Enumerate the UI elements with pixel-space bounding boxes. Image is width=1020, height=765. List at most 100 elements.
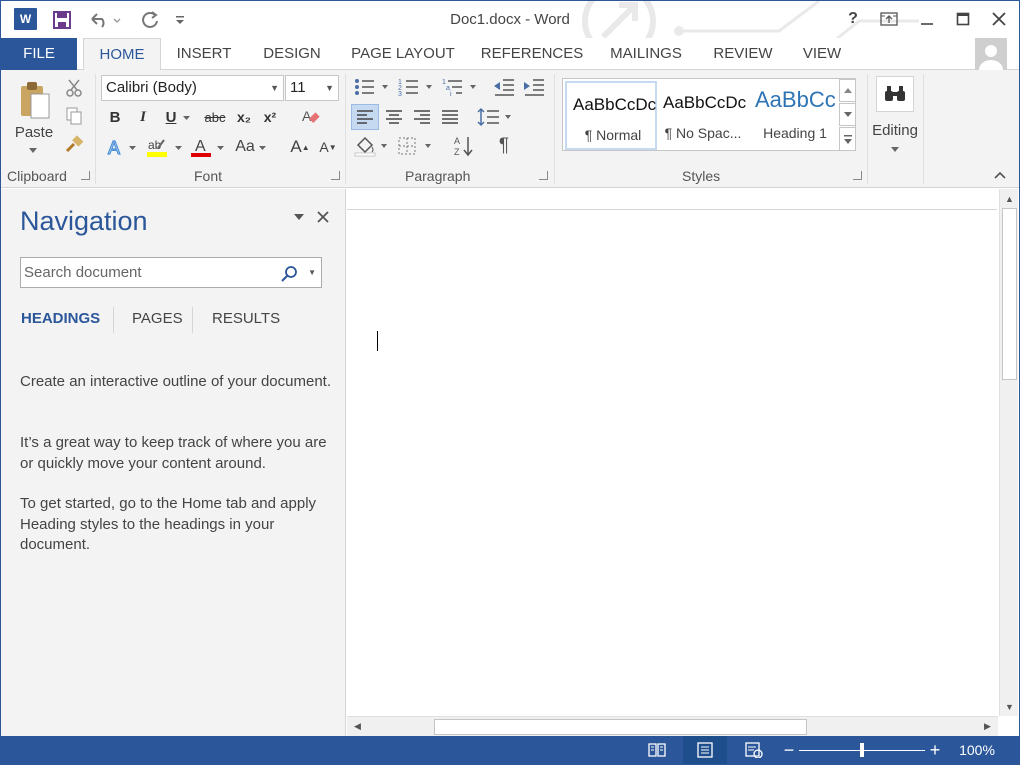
tab-page-layout[interactable]: PAGE LAYOUT [345, 38, 461, 70]
subscript-button[interactable]: x₂ [233, 106, 255, 128]
style-no-spacing[interactable]: AaBbCcDc ¶ No Spac... [657, 81, 749, 150]
increase-indent-icon[interactable] [521, 76, 547, 98]
scroll-left-icon[interactable]: ◀ [349, 718, 366, 735]
highlight-dropdown-icon[interactable] [173, 144, 183, 152]
search-options-chevron-icon[interactable]: ▼ [308, 258, 316, 287]
collapse-ribbon-icon[interactable] [991, 168, 1009, 182]
align-right-icon[interactable] [409, 104, 435, 130]
text-effects-dropdown-icon[interactable] [127, 144, 137, 152]
strikethrough-button[interactable]: abc [201, 106, 229, 128]
redo-icon[interactable] [137, 7, 163, 33]
multilevel-list-icon[interactable]: 1ai [441, 76, 479, 98]
maximize-icon[interactable] [949, 5, 977, 33]
nav-tab-headings[interactable]: HEADINGS [21, 310, 100, 327]
print-layout-icon[interactable] [683, 736, 727, 764]
superscript-button[interactable]: x² [259, 106, 281, 128]
underline-dropdown-icon[interactable] [181, 114, 191, 122]
word-logo-icon[interactable]: W [14, 8, 40, 30]
numbering-icon[interactable]: 123 [397, 76, 435, 98]
change-case-button[interactable]: Aa [231, 136, 259, 158]
save-icon[interactable] [49, 7, 75, 33]
bold-button[interactable]: B [105, 106, 125, 128]
bullets-icon[interactable] [353, 76, 391, 98]
tab-references[interactable]: REFERENCES [479, 38, 585, 70]
minimize-icon[interactable] [913, 5, 941, 33]
editing-dropdown-icon[interactable] [887, 144, 903, 154]
paste-dropdown-icon[interactable] [25, 144, 41, 156]
font-size-combo[interactable]: 11 ▼ [285, 75, 339, 101]
style-heading-1[interactable]: AaBbCc Heading 1 [749, 81, 841, 150]
read-mode-icon[interactable] [643, 736, 671, 764]
sort-icon[interactable]: AZ [451, 134, 477, 158]
shrink-font-button[interactable]: A ▼ [317, 136, 339, 158]
editing-button[interactable]: Editing [867, 120, 923, 140]
cut-icon[interactable] [63, 78, 85, 98]
align-left-icon[interactable] [351, 104, 379, 130]
zoom-slider-thumb[interactable] [860, 743, 864, 757]
tab-home[interactable]: HOME [83, 38, 161, 71]
search-document-input[interactable]: Search document ▼ [20, 257, 322, 288]
zoom-level[interactable]: 100% [951, 736, 1003, 764]
svg-text:A: A [108, 138, 120, 157]
close-pane-icon[interactable] [315, 209, 331, 225]
paste-icon[interactable] [15, 78, 55, 122]
italic-button[interactable]: I [133, 106, 153, 128]
font-dialog-launcher-icon[interactable] [331, 171, 340, 180]
highlight-color-icon[interactable]: ab [145, 136, 169, 158]
vertical-scrollbar[interactable]: ▲ ▼ [999, 189, 1018, 716]
zoom-out-icon[interactable]: − [781, 736, 797, 764]
copy-icon[interactable] [63, 106, 85, 126]
grow-font-button[interactable]: A ▲ [289, 136, 311, 158]
clipboard-dialog-launcher-icon[interactable] [81, 171, 90, 180]
font-name-combo[interactable]: Calibri (Body) ▼ [101, 75, 284, 101]
styles-scroll-down-icon[interactable] [839, 103, 856, 126]
decrease-indent-icon[interactable] [491, 76, 517, 98]
ribbon-display-options-icon[interactable] [875, 5, 903, 33]
borders-icon[interactable] [395, 134, 435, 158]
align-center-icon[interactable] [381, 104, 407, 130]
horizontal-scrollbar[interactable]: ◀ ▶ [347, 716, 998, 736]
customize-toolbar-icon[interactable] [171, 7, 189, 33]
text-effects-icon[interactable]: A [105, 136, 127, 158]
justify-icon[interactable] [437, 104, 463, 130]
scroll-down-icon[interactable]: ▼ [1001, 698, 1018, 715]
tab-design[interactable]: DESIGN [253, 38, 331, 70]
font-color-dropdown-icon[interactable] [215, 144, 225, 152]
web-layout-icon[interactable] [739, 736, 769, 764]
navigation-pane: Navigation Search document ▼ HEADINGS PA… [1, 189, 346, 736]
nav-tab-pages[interactable]: PAGES [132, 310, 183, 327]
tab-review[interactable]: REVIEW [707, 38, 779, 70]
font-color-icon[interactable]: A [189, 136, 213, 158]
vertical-scroll-thumb[interactable] [1002, 208, 1017, 380]
scroll-right-icon[interactable]: ▶ [979, 718, 996, 735]
document-area[interactable]: ▲ ▼ ◀ ▶ [347, 189, 1019, 736]
user-avatar-icon[interactable] [975, 38, 1007, 70]
pane-options-icon[interactable] [291, 209, 307, 225]
styles-scroll-up-icon[interactable] [839, 79, 856, 102]
change-case-dropdown-icon[interactable] [257, 144, 267, 152]
help-icon[interactable]: ? [839, 5, 867, 33]
clear-formatting-icon[interactable]: A [299, 106, 323, 128]
show-formatting-marks-button[interactable]: ¶ [491, 134, 517, 158]
style-normal[interactable]: AaBbCcDc ¶ Normal [565, 81, 657, 150]
styles-dialog-launcher-icon[interactable] [853, 171, 862, 180]
styles-more-icon[interactable] [839, 127, 856, 151]
tab-view[interactable]: VIEW [793, 38, 851, 70]
search-icon[interactable] [281, 264, 299, 293]
tab-file[interactable]: FILE [1, 38, 77, 70]
underline-button[interactable]: U [161, 106, 181, 128]
scroll-up-icon[interactable]: ▲ [1001, 190, 1018, 207]
paste-button[interactable]: Paste [9, 122, 59, 142]
shading-icon[interactable] [353, 134, 391, 158]
line-spacing-icon[interactable] [475, 104, 515, 130]
horizontal-scroll-thumb[interactable] [434, 719, 807, 735]
undo-icon[interactable] [85, 7, 125, 33]
nav-tab-results[interactable]: RESULTS [212, 310, 280, 327]
tab-insert[interactable]: INSERT [167, 38, 241, 70]
format-painter-icon[interactable] [63, 134, 85, 154]
binoculars-icon[interactable] [876, 76, 914, 112]
tab-mailings[interactable]: MAILINGS [601, 38, 691, 70]
zoom-in-icon[interactable]: + [927, 736, 943, 764]
paragraph-dialog-launcher-icon[interactable] [539, 171, 548, 180]
close-icon[interactable] [985, 5, 1013, 33]
